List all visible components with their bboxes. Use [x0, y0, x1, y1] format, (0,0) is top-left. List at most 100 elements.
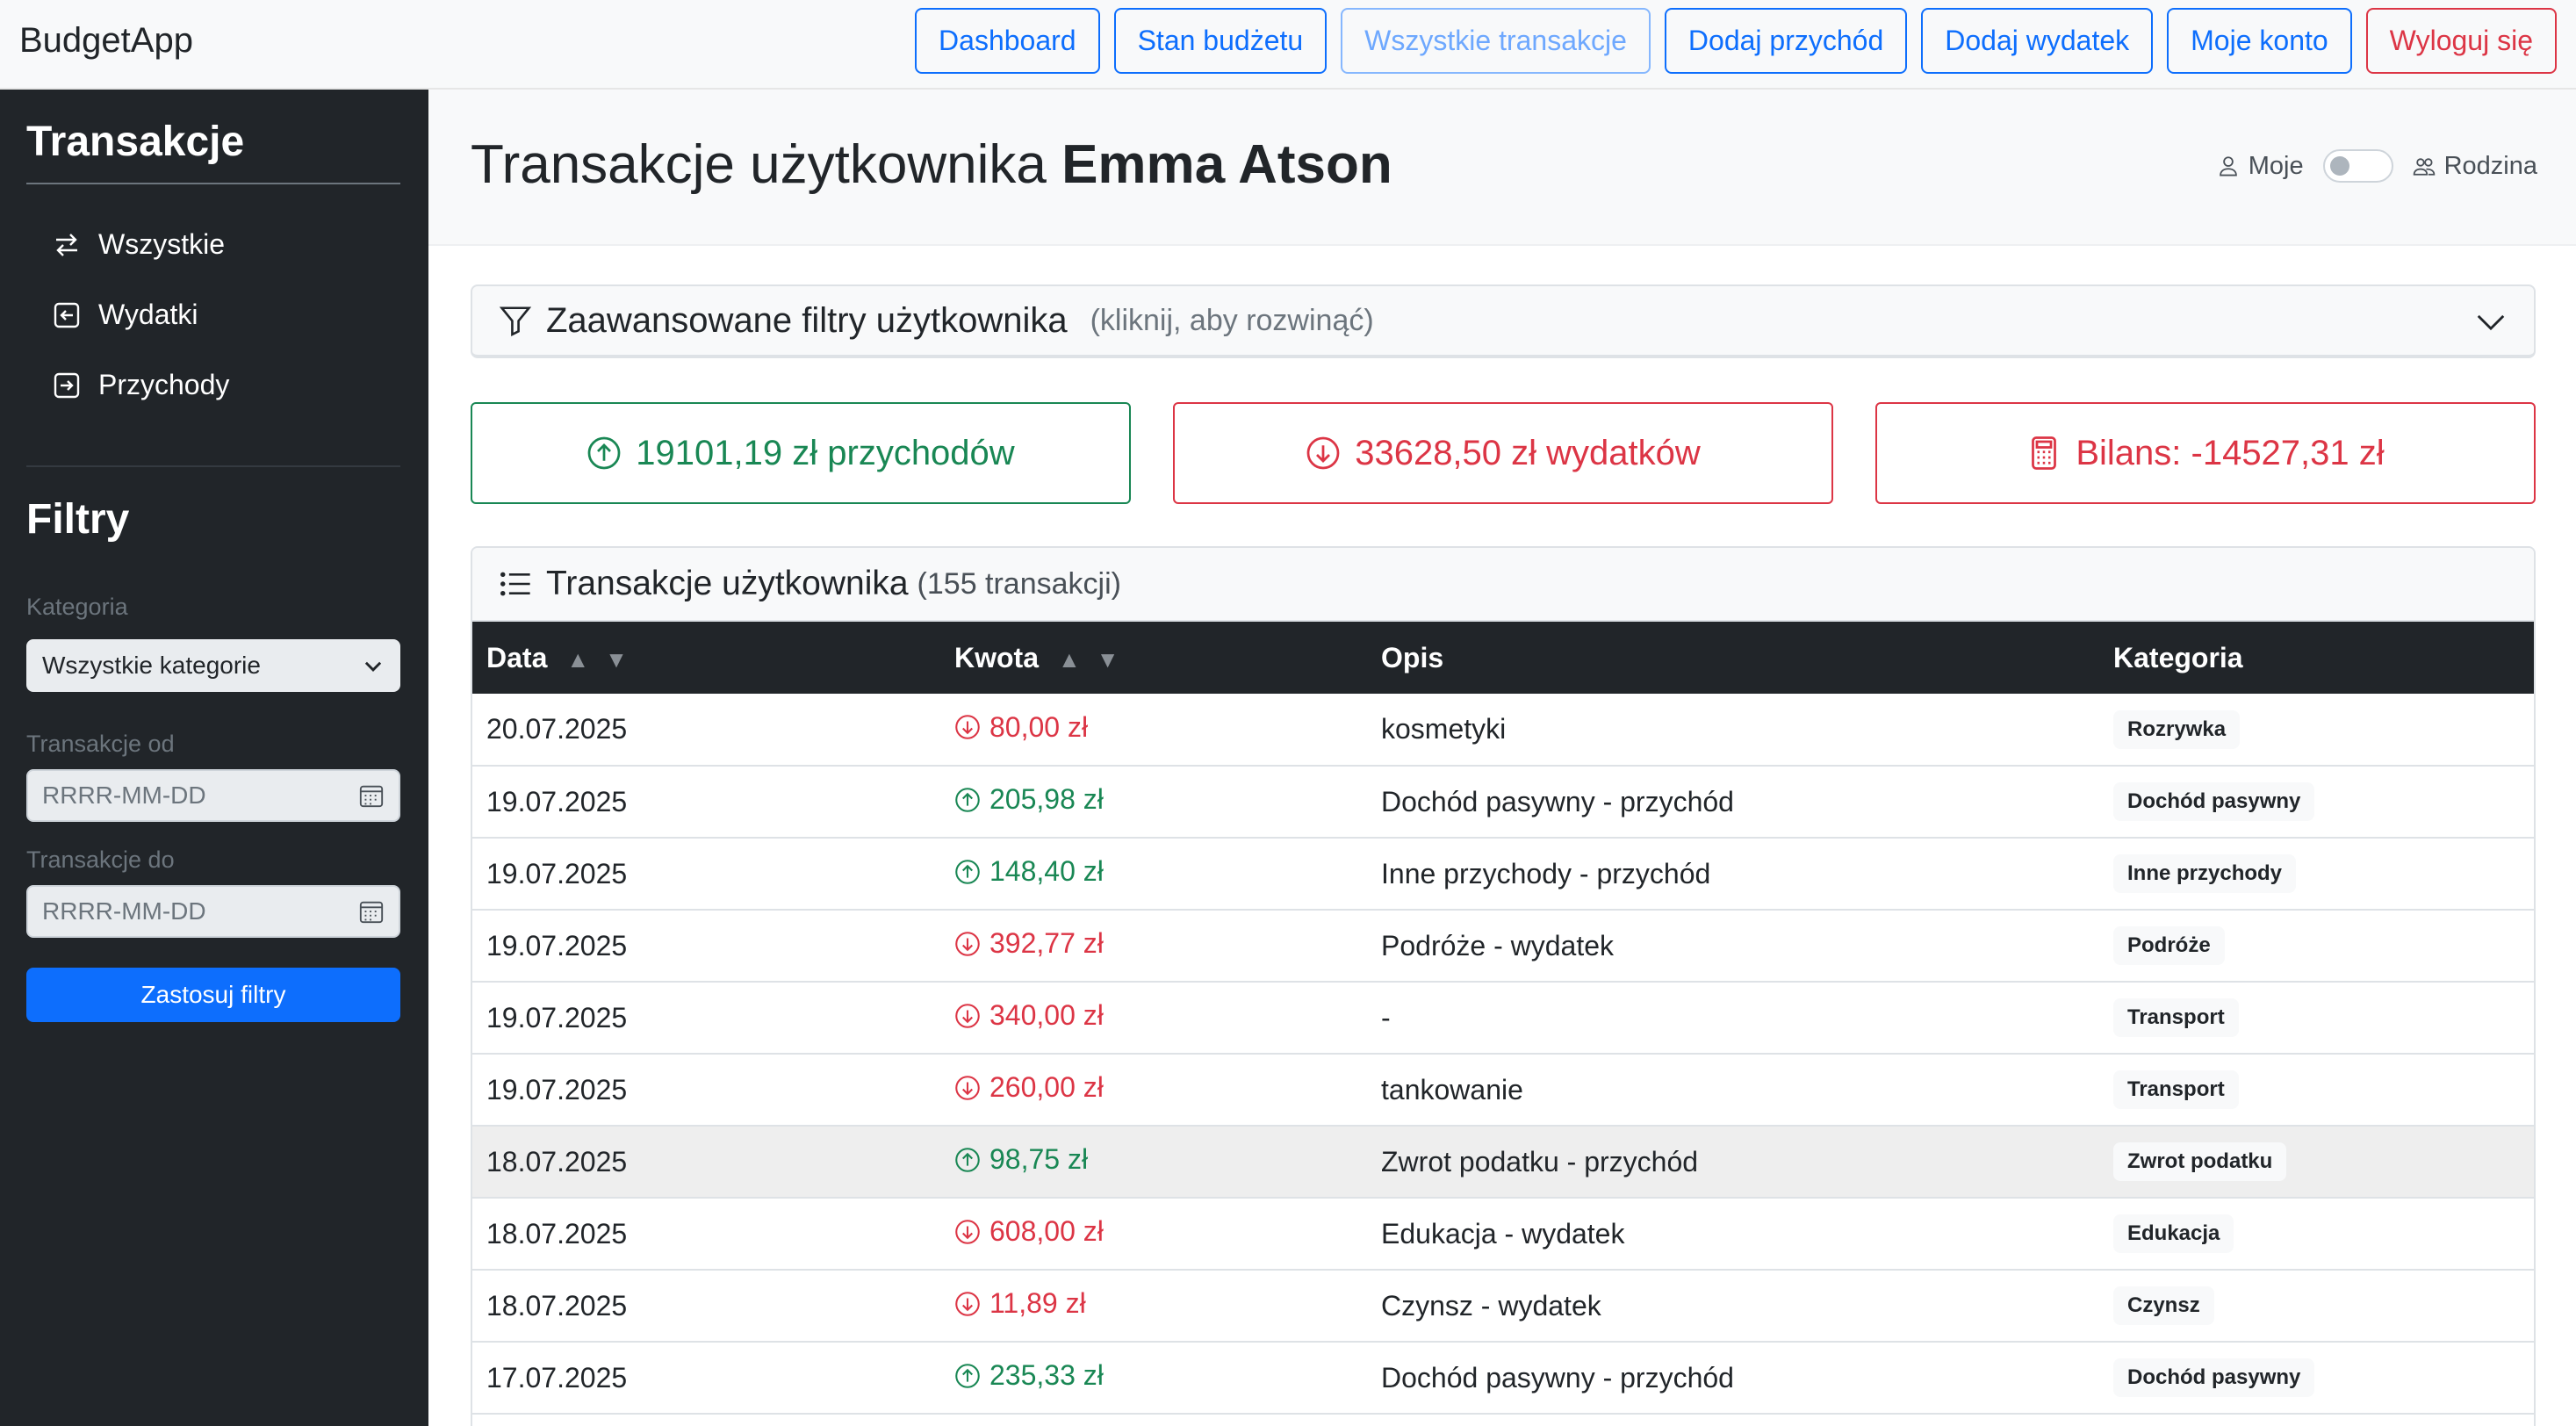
- cell-description: Edukacja - wydatek: [1367, 1198, 2099, 1271]
- column-header-description: Opis: [1381, 641, 1444, 673]
- table-row[interactable]: 18.07.2025 98,75 zł Zwrot podatku - przych…: [472, 1126, 2534, 1199]
- nav-budget-status-button[interactable]: Stan budżetu: [1113, 8, 1328, 74]
- balance-summary-text: Bilans: -14527,31 zł: [2076, 433, 2385, 472]
- cell-category: Podróże: [2099, 910, 2534, 983]
- cell-description: tankowanie: [1367, 1054, 2099, 1127]
- people-icon: [2413, 158, 2435, 176]
- amount-value: 260,00 zł: [989, 1071, 1104, 1104]
- sort-arrows-icon[interactable]: ▲▼: [1058, 646, 1134, 673]
- calculator-icon: [2032, 436, 2057, 470]
- category-badge: Transport: [2113, 998, 2239, 1037]
- arrow-up-circle-icon: [955, 1147, 980, 1172]
- category-select[interactable]: Wszystkie kategorie: [26, 639, 400, 692]
- advanced-filters-toggle[interactable]: Zaawansowane filtry użytkownika (kliknij…: [471, 284, 2536, 358]
- transactions-card: Transakcje użytkownika (155 transakcji) …: [471, 546, 2536, 1426]
- column-header-category: Kategoria: [2113, 641, 2243, 673]
- cell-date: 20.07.2025: [472, 694, 940, 767]
- cell-description: Zwrot podatku - przychód: [1367, 1126, 2099, 1199]
- cell-description: Dochód pasywny - przychód: [1367, 1342, 2099, 1415]
- top-navbar: BudgetApp Dashboard Stan budżetu Wszystk…: [0, 0, 2576, 90]
- table-row[interactable]: 17.07.2025 235,33 zł Dochód pasywny - przy…: [472, 1342, 2534, 1415]
- nav-logout-button[interactable]: Wyloguj się: [2365, 8, 2557, 74]
- table-row[interactable]: 18.07.2025 11,89 zł Czynsz - wydatek Czynsz: [472, 1270, 2534, 1343]
- cell-date: 18.07.2025: [472, 1270, 940, 1343]
- column-header-date[interactable]: Data ▲▼: [472, 622, 940, 694]
- cell-description: -: [1367, 982, 2099, 1055]
- category-select-value: Wszystkie kategorie: [42, 652, 261, 679]
- sidebar-divider: [26, 183, 400, 184]
- sidebar-item-incomes[interactable]: Przychody: [53, 369, 229, 401]
- arrow-up-circle-icon: [955, 1363, 980, 1388]
- category-badge: Transport: [2113, 1070, 2239, 1109]
- cell-category: Transport: [2099, 1054, 2534, 1127]
- sidebar-item-label: Wszystkie: [98, 228, 225, 260]
- date-from-input[interactable]: RRRR-MM-DD: [26, 769, 400, 822]
- box-arrow-right-icon: [54, 372, 80, 398]
- column-header-amount[interactable]: Kwota ▲▼: [940, 622, 1367, 694]
- date-to-input[interactable]: RRRR-MM-DD: [26, 885, 400, 938]
- sidebar-divider: [26, 465, 400, 467]
- sidebar-item-label: Przychody: [98, 369, 230, 400]
- table-row[interactable]: 19.07.2025 340,00 zł - Transport: [472, 982, 2534, 1055]
- amount-value: 235,33 zł: [989, 1359, 1104, 1392]
- amount-value: 148,40 zł: [989, 855, 1104, 888]
- category-badge: Inne przychody: [2113, 854, 2297, 893]
- table-header-row: Data ▲▼ Kwota ▲▼ Opis Kategoria: [472, 622, 2534, 694]
- cell-category: Dochód pasywny: [2099, 766, 2534, 839]
- amount-value: 205,98 zł: [989, 783, 1104, 816]
- table-row[interactable]: 18.07.2025 608,00 zł Edukacja - wydatek Edu…: [472, 1198, 2534, 1271]
- chevron-down-icon: [2477, 314, 2505, 331]
- amount-value: 608,00 zł: [989, 1215, 1104, 1248]
- nav-add-income-button[interactable]: Dodaj przychód: [1664, 8, 1908, 74]
- table-row[interactable]: 19.07.2025 205,98 zł Dochód pasywny - przy…: [472, 766, 2534, 839]
- nav-dashboard-button[interactable]: Dashboard: [915, 8, 1100, 74]
- toggle-family-label: Rodzina: [2443, 151, 2537, 180]
- date-to-label: Transakcje do: [26, 846, 175, 873]
- sort-arrows-icon[interactable]: ▲▼: [566, 646, 643, 673]
- brand-logo[interactable]: BudgetApp: [19, 21, 193, 61]
- nav-buttons: Dashboard Stan budżetu Wszystkie transak…: [915, 8, 2557, 74]
- cell-category: Rozrywka: [2099, 694, 2534, 767]
- category-badge: Edukacja: [2113, 1214, 2234, 1253]
- arrow-up-circle-icon: [587, 436, 621, 470]
- table-row[interactable]: 20.07.2025 80,00 zł kosmetyki Rozrywka: [472, 694, 2534, 767]
- sidebar-item-all[interactable]: Wszystkie: [53, 228, 225, 261]
- amount-value: 80,00 zł: [989, 710, 1089, 743]
- table-row[interactable]: 19.07.2025 392,77 zł Podróże - wydatek Podr…: [472, 910, 2534, 983]
- apply-filters-button[interactable]: Zastosuj filtry: [26, 968, 400, 1022]
- filters-title: Filtry: [26, 496, 130, 543]
- category-badge: Czynsz: [2113, 1286, 2214, 1325]
- arrow-down-circle-icon: [955, 1291, 980, 1316]
- cell-category: Czynsz: [2099, 1270, 2534, 1343]
- cell-amount: 608,00 zł: [940, 1198, 1367, 1271]
- calendar-icon: [359, 785, 384, 808]
- amount-value: 98,75 zł: [989, 1143, 1089, 1176]
- arrow-down-circle-icon: [955, 931, 980, 956]
- cell-date: 18.07.2025: [472, 1126, 940, 1199]
- nav-all-transactions-button[interactable]: Wszystkie transakcje: [1341, 8, 1651, 74]
- sidebar-item-expenses[interactable]: Wydatki: [53, 299, 198, 331]
- table-row[interactable]: 19.07.2025 148,40 zł Inne przychody - przy…: [472, 838, 2534, 911]
- income-summary: 19101,19 zł przychodów: [471, 402, 1131, 504]
- amount-value: 340,00 zł: [989, 999, 1104, 1032]
- family-toggle-switch[interactable]: [2322, 149, 2393, 183]
- transactions-count: (155 transakcji): [917, 566, 1121, 601]
- cell-category: Edukacja: [2099, 1198, 2534, 1271]
- cell-category: Zwrot podatku: [2099, 1126, 2534, 1199]
- sidebar-item-label: Wydatki: [98, 299, 198, 330]
- arrow-up-circle-icon: [955, 787, 980, 812]
- category-badge: Dochód pasywny: [2113, 1358, 2315, 1397]
- cell-date: 19.07.2025: [472, 910, 940, 983]
- page-title: Transakcje użytkownika Emma Atson: [471, 133, 1392, 196]
- nav-add-expense-button[interactable]: Dodaj wydatek: [1921, 8, 2154, 74]
- table-row[interactable]: 19.07.2025 260,00 zł tankowanie Transport: [472, 1054, 2534, 1127]
- person-icon: [2219, 156, 2237, 176]
- nav-my-account-button[interactable]: Moje konto: [2167, 8, 2352, 74]
- cell-date: 19.07.2025: [472, 838, 940, 911]
- cell-description: Dochód pasywny - przychód: [1367, 766, 2099, 839]
- cell-date: 19.07.2025: [472, 1054, 940, 1127]
- list-icon: [500, 572, 530, 596]
- cell-date: 17.07.2025: [472, 1342, 940, 1415]
- toggle-mine-label: Moje: [2248, 151, 2304, 180]
- chevron-down-icon: [364, 661, 382, 672]
